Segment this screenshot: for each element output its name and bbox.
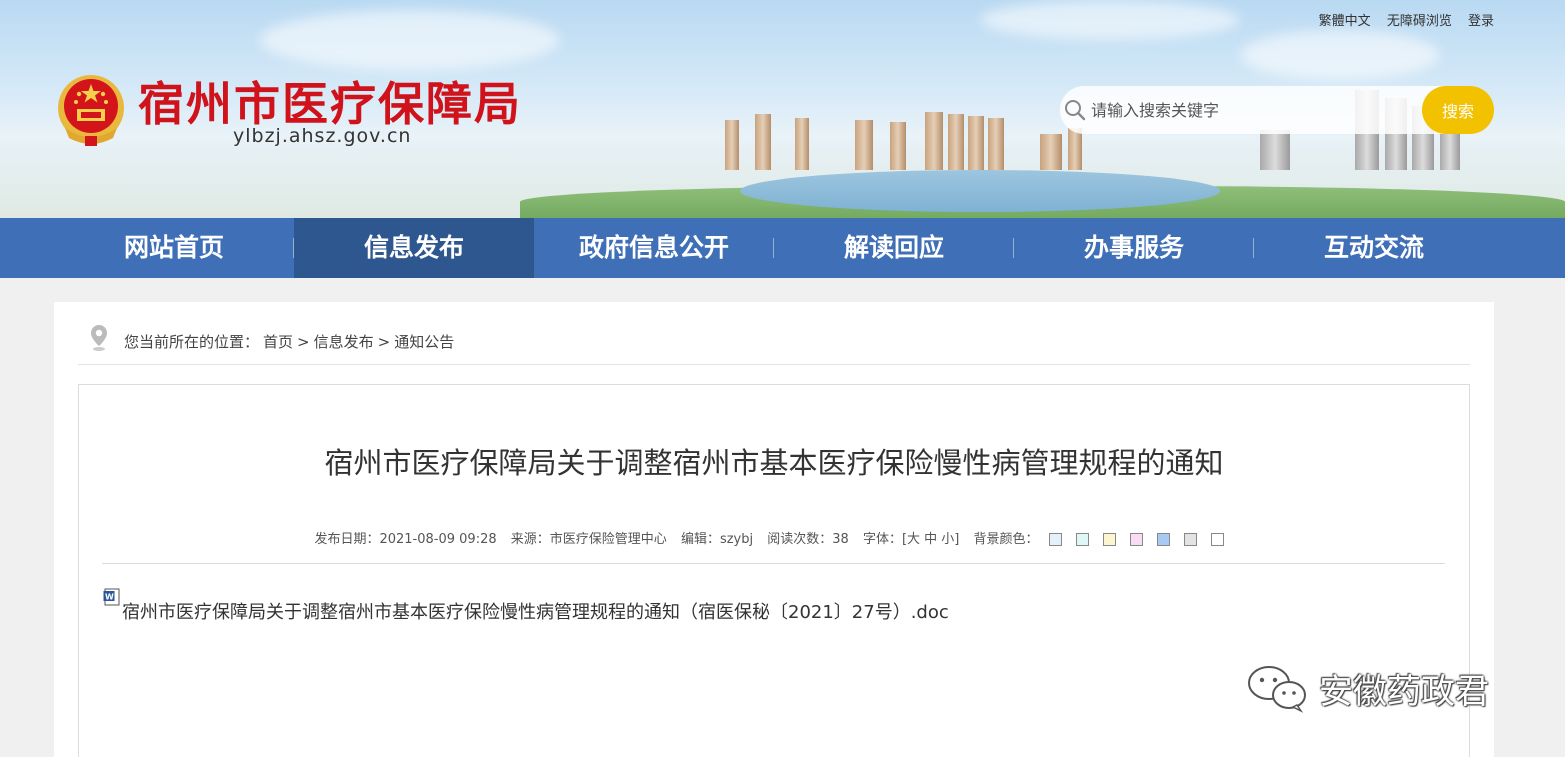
meta-font-label: 字体： — [862, 532, 902, 547]
bg-color-swatch[interactable] — [1156, 533, 1170, 546]
site-domain: ylbzj.ahsz.gov.cn — [233, 125, 412, 147]
breadcrumb-prefix: 您当前所在的位置： — [124, 333, 260, 351]
meta-source: 来源：市医疗保险管理中心 — [511, 532, 667, 547]
bg-color-swatches — [1044, 533, 1229, 546]
nav-item-label: 政府信息公开 — [578, 233, 729, 262]
meta-font: 字体：[大 中 小] — [863, 532, 959, 547]
breadcrumb-separator: > — [377, 333, 391, 351]
search-button[interactable]: 搜索 — [1422, 86, 1494, 134]
nav-item-interpretation[interactable]: 解读回应 — [774, 218, 1014, 278]
banner-cloud — [260, 10, 560, 70]
meta-source-label: 来源： — [510, 532, 550, 547]
banner-building — [1040, 134, 1062, 170]
meta-date-value: 2021-08-09 09:28 — [379, 532, 497, 547]
attachment-link[interactable]: 宿州市医疗保障局关于调整宿州市基本医疗保险慢性病管理规程的通知（宿医保秘〔202… — [122, 598, 949, 624]
bg-color-swatch[interactable] — [1210, 533, 1224, 546]
meta-source-value: 市医疗保险管理中心 — [549, 532, 667, 547]
meta-editor-label: 编辑： — [680, 532, 720, 547]
nav-item-label: 办事服务 — [1083, 233, 1184, 262]
nav-item-services[interactable]: 办事服务 — [1014, 218, 1254, 278]
bg-color-swatch[interactable] — [1075, 533, 1089, 546]
main-nav: 网站首页 信息发布 政府信息公开 解读回应 办事服务 互动交流 — [0, 218, 1565, 278]
nav-item-label: 网站首页 — [123, 233, 224, 262]
wechat-icon — [1248, 666, 1306, 713]
link-accessibility[interactable]: 无障碍浏览 — [1387, 14, 1452, 29]
banner-building — [890, 122, 906, 170]
meta-editor-value: szybj — [719, 532, 754, 547]
nav-item-gov-info[interactable]: 政府信息公开 — [534, 218, 774, 278]
banner-building — [1068, 128, 1082, 170]
meta-bg-label: 背景颜色： — [973, 532, 1039, 547]
banner-building — [755, 114, 771, 170]
meta-date: 发布日期：2021-08-09 09:28 — [314, 532, 496, 547]
breadcrumb-separator: > — [297, 333, 310, 351]
watermark-text: 安徽药政君 — [1319, 671, 1489, 712]
nav-item-label: 解读回应 — [843, 233, 944, 262]
banner-building — [925, 112, 943, 170]
meta-views: 阅读次数：38 — [767, 532, 849, 547]
national-emblem-icon — [58, 75, 124, 146]
breadcrumb-home[interactable]: 首页 — [263, 333, 293, 351]
search-input[interactable] — [1091, 96, 1411, 124]
meta-editor: 编辑：szybj — [681, 532, 753, 547]
breadcrumb-text: 您当前所在的位置： 首页 > 信息发布 > 通知公告 — [124, 331, 458, 352]
bg-color-swatch[interactable] — [1102, 533, 1116, 546]
banner-building — [855, 120, 873, 170]
article-title: 宿州市医疗保障局关于调整宿州市基本医疗保险慢性病管理规程的通知 — [324, 446, 1224, 480]
banner-building — [725, 120, 739, 170]
banner-building — [948, 114, 964, 170]
link-traditional-chinese[interactable]: 繁體中文 — [1319, 14, 1371, 29]
banner-cloud — [980, 0, 1240, 40]
nav-item-interaction[interactable]: 互动交流 — [1254, 218, 1494, 278]
bg-color-swatch[interactable] — [1129, 533, 1143, 546]
breadcrumb-info-release[interactable]: 信息发布 — [314, 333, 374, 351]
breadcrumb-notices[interactable]: 通知公告 — [394, 333, 454, 351]
word-document-icon: W — [103, 588, 120, 606]
banner-cloud — [1240, 30, 1440, 80]
top-links: 繁體中文 无障碍浏览 登录 — [1307, 10, 1494, 29]
nav-item-home[interactable]: 网站首页 — [54, 218, 294, 278]
meta-date-label: 发布日期： — [314, 532, 380, 547]
meta-bg: 背景颜色： — [974, 532, 1234, 547]
banner-building — [988, 118, 1004, 170]
banner-river — [740, 170, 1220, 212]
nav-item-info-release[interactable]: 信息发布 — [294, 218, 534, 278]
svg-text:W: W — [105, 593, 114, 602]
meta-views-label: 阅读次数： — [767, 532, 833, 547]
meta-views-value: 38 — [832, 532, 849, 547]
article-meta: 发布日期：2021-08-09 09:28 来源：市医疗保险管理中心 编辑：sz… — [78, 528, 1470, 547]
font-size-switcher[interactable]: [大 中 小] — [902, 532, 959, 547]
location-pin-icon — [91, 325, 107, 351]
nav-item-label: 互动交流 — [1323, 233, 1424, 262]
banner-building — [968, 116, 984, 170]
bg-color-swatch[interactable] — [1183, 533, 1197, 546]
link-login[interactable]: 登录 — [1468, 14, 1494, 29]
banner-building — [1260, 130, 1290, 170]
banner-building — [795, 118, 809, 170]
nav-item-label: 信息发布 — [363, 233, 464, 262]
watermark: 安徽药政君 — [1245, 663, 1489, 713]
bg-color-swatch[interactable] — [1048, 533, 1062, 546]
meta-divider — [102, 563, 1445, 564]
search-icon — [1065, 100, 1086, 121]
